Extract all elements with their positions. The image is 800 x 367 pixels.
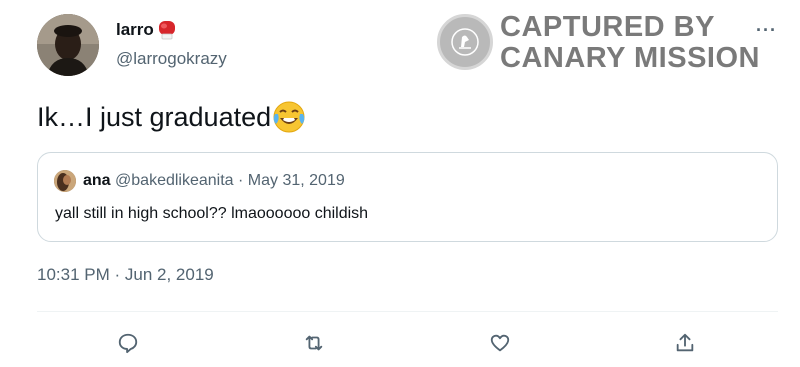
quoted-text: yall still in high school?? lmaoooooo ch… xyxy=(55,205,369,222)
more-options-icon[interactable]: ··· xyxy=(756,20,777,41)
tweet-body: Ik…I just graduated xyxy=(37,100,306,134)
watermark-line-2: CANARY MISSION xyxy=(500,42,760,74)
watermark-text: CAPTURED BY CANARY MISSION xyxy=(500,12,760,74)
quoted-tweet[interactable]: ana @bakedlikeanita · May 31, 2019 yall … xyxy=(37,152,778,242)
quoted-separator: · xyxy=(233,172,248,189)
author-name-text: larro xyxy=(116,20,154,39)
canary-mission-logo-icon xyxy=(437,14,493,70)
author-handle[interactable]: @larrogokrazy xyxy=(116,49,227,69)
retweet-icon[interactable] xyxy=(296,325,332,361)
quoted-author-handle: @bakedlikeanita xyxy=(115,172,234,189)
tweet-text: Ik…I just graduated xyxy=(37,101,272,132)
quoted-header: ana @bakedlikeanita · May 31, 2019 xyxy=(83,172,345,190)
quoted-date: May 31, 2019 xyxy=(247,172,345,189)
like-icon[interactable] xyxy=(482,325,518,361)
share-icon[interactable] xyxy=(667,325,703,361)
face-with-tears-of-joy-icon xyxy=(272,100,306,134)
action-divider xyxy=(37,311,778,312)
author-avatar[interactable] xyxy=(37,14,99,76)
tweet-actions xyxy=(0,325,800,361)
boxing-glove-icon xyxy=(156,20,178,40)
tweet-timestamp[interactable]: 10:31 PM · Jun 2, 2019 xyxy=(37,265,214,285)
reply-icon[interactable] xyxy=(110,325,146,361)
watermark-line-1: CAPTURED BY xyxy=(500,11,715,43)
author-display-name[interactable]: larro xyxy=(116,20,178,40)
quoted-author-avatar xyxy=(54,170,76,192)
tweet-card: larro @larrogokrazy CAPTURED BY CANARY M… xyxy=(0,0,800,367)
quoted-author-name: ana xyxy=(83,172,111,189)
